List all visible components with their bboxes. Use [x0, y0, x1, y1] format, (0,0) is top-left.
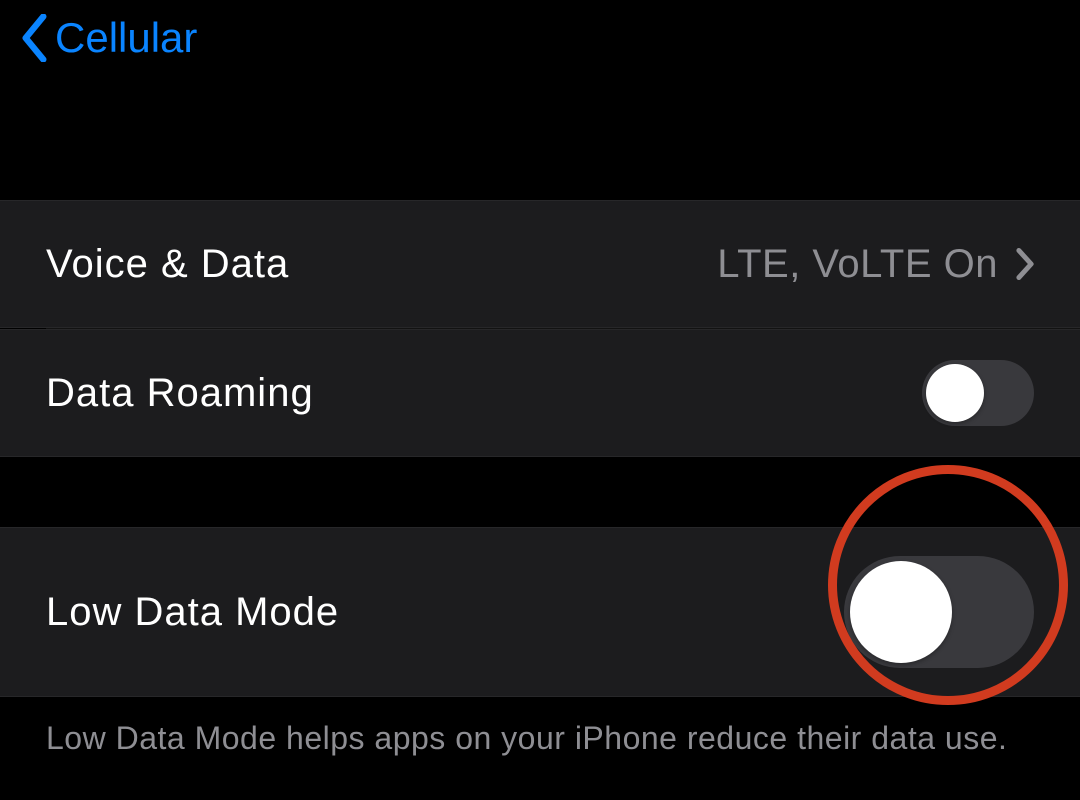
- row-label-data-roaming: Data Roaming: [46, 371, 314, 416]
- row-label-low-data: Low Data Mode: [46, 590, 339, 635]
- chevron-left-icon: [20, 14, 49, 62]
- row-low-data-mode: Low Data Mode: [0, 527, 1080, 697]
- row-data-roaming: Data Roaming: [0, 329, 1080, 457]
- back-button[interactable]: Cellular: [20, 14, 197, 62]
- toggle-data-roaming[interactable]: [922, 360, 1034, 426]
- row-label-voice-data: Voice & Data: [46, 242, 289, 287]
- section-gap: [0, 457, 1080, 527]
- nav-bar: Cellular: [0, 0, 1080, 95]
- row-voice-data[interactable]: Voice & Data LTE, VoLTE On: [0, 200, 1080, 328]
- footer-help-text: Low Data Mode helps apps on your iPhone …: [0, 697, 1080, 780]
- toggle-low-data-mode[interactable]: [844, 556, 1034, 668]
- row-right: LTE, VoLTE On: [717, 242, 1034, 287]
- section-gap: [0, 95, 1080, 200]
- toggle-knob: [926, 364, 984, 422]
- chevron-right-icon: [1016, 248, 1034, 280]
- row-value-voice-data: LTE, VoLTE On: [717, 242, 998, 287]
- back-label: Cellular: [55, 14, 197, 62]
- toggle-knob: [850, 561, 952, 663]
